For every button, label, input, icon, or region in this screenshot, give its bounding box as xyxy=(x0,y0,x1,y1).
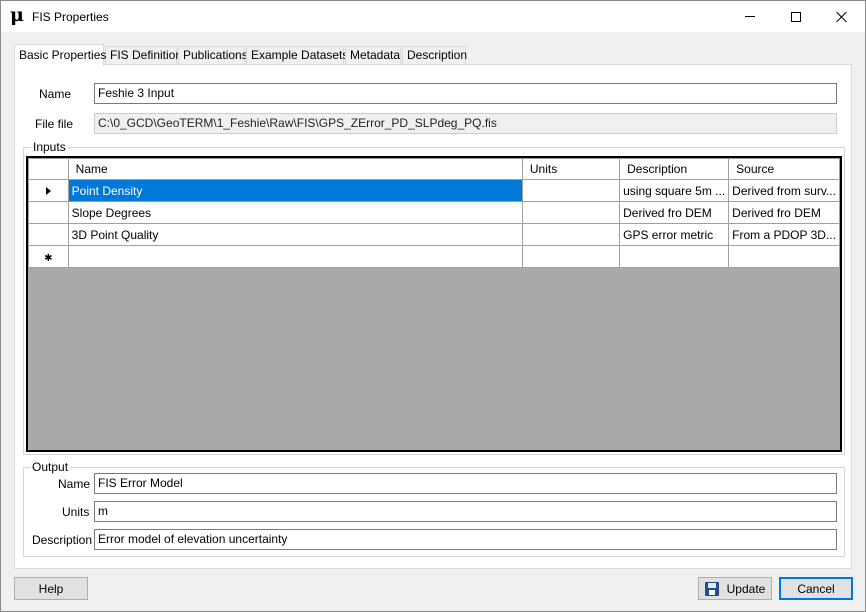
new-row-asterisk-icon: ✱ xyxy=(44,252,53,264)
table-row[interactable]: Point Density using square 5m ... Derive… xyxy=(28,179,840,202)
new-cell-source[interactable] xyxy=(728,245,840,268)
cell-name[interactable]: 3D Point Quality xyxy=(67,223,523,246)
new-cell-description[interactable] xyxy=(619,245,730,268)
cell-description[interactable]: using square 5m ... xyxy=(619,179,730,202)
cell-source[interactable]: Derived from surv... xyxy=(728,179,840,202)
new-row[interactable]: ✱ xyxy=(28,245,840,268)
save-icon xyxy=(704,581,719,596)
grid-header-row: Name Units Description Source xyxy=(28,158,840,180)
file-path-field[interactable]: C:\0_GCD\GeoTERM\1_Feshie\Raw\FIS\GPS_ZE… xyxy=(94,113,837,134)
output-units-input[interactable]: m xyxy=(94,501,837,522)
inputs-group-title: Inputs xyxy=(31,140,68,154)
column-header-units[interactable]: Units xyxy=(521,158,621,180)
cancel-button[interactable]: Cancel xyxy=(779,577,853,600)
cell-units[interactable] xyxy=(521,201,621,224)
update-button-label: Update xyxy=(726,581,766,596)
output-group-title: Output xyxy=(30,460,71,474)
name-label: Name xyxy=(39,87,72,101)
fis-properties-window: μ FIS Properties Basic Properties FIS De… xyxy=(0,0,866,612)
tab-metadata[interactable]: Metadata xyxy=(345,46,401,65)
cell-description[interactable]: Derived fro DEM xyxy=(619,201,730,224)
title-bar[interactable]: μ FIS Properties xyxy=(1,1,865,32)
cell-units[interactable] xyxy=(521,179,621,202)
name-input[interactable]: Feshie 3 Input xyxy=(94,83,837,104)
new-cell-name[interactable] xyxy=(67,245,523,268)
tab-description[interactable]: Description xyxy=(402,46,467,65)
current-row-arrow-icon xyxy=(45,186,51,195)
table-row[interactable]: Slope Degrees Derived fro DEM Derived fr… xyxy=(28,201,840,224)
cell-source[interactable]: From a PDOP 3D... xyxy=(728,223,840,246)
column-header-description[interactable]: Description xyxy=(619,158,730,180)
cell-units[interactable] xyxy=(521,223,621,246)
new-cell-units[interactable] xyxy=(521,245,621,268)
cancel-button-label: Cancel xyxy=(797,581,835,596)
minimize-button[interactable] xyxy=(727,1,773,32)
file-label: File file xyxy=(35,117,74,131)
tab-example-datasets[interactable]: Example Datasets xyxy=(246,46,348,65)
cell-name[interactable]: Point Density xyxy=(67,179,523,202)
close-button[interactable] xyxy=(819,1,865,32)
help-button[interactable]: Help xyxy=(14,577,88,600)
maximize-icon xyxy=(791,11,801,22)
cell-name[interactable]: Slope Degrees xyxy=(67,201,523,224)
output-units-label: Units xyxy=(62,505,90,519)
column-header-name[interactable]: Name xyxy=(67,158,523,180)
row-header[interactable] xyxy=(28,223,69,246)
app-mu-icon: μ xyxy=(10,4,24,26)
close-icon xyxy=(836,11,848,23)
output-description-input[interactable]: Error model of elevation uncertainty xyxy=(94,529,837,550)
row-header[interactable] xyxy=(28,201,69,224)
tab-basic-properties[interactable]: Basic Properties xyxy=(14,44,106,66)
output-name-input[interactable]: FIS Error Model xyxy=(94,473,837,494)
row-header-new[interactable]: ✱ xyxy=(28,245,69,268)
table-row[interactable]: 3D Point Quality GPS error metric From a… xyxy=(28,223,840,246)
tab-publications[interactable]: Publications xyxy=(178,46,248,65)
tab-fis-definition[interactable]: FIS Definition xyxy=(105,46,182,65)
help-button-label: Help xyxy=(38,581,64,596)
inputs-grid[interactable]: Name Units Description Source Point Dens… xyxy=(26,156,842,452)
cell-source[interactable]: Derived fro DEM xyxy=(728,201,840,224)
row-header-current[interactable] xyxy=(28,179,69,202)
update-button[interactable]: Update xyxy=(698,577,772,600)
column-header-source[interactable]: Source xyxy=(728,158,840,180)
maximize-button[interactable] xyxy=(773,1,819,32)
output-name-label: Name xyxy=(58,477,91,491)
minimize-icon xyxy=(745,16,755,17)
output-description-label: Description xyxy=(32,533,93,547)
grid-corner-header[interactable] xyxy=(28,158,69,180)
cell-description[interactable]: GPS error metric xyxy=(619,223,730,246)
window-title: FIS Properties xyxy=(32,10,109,24)
